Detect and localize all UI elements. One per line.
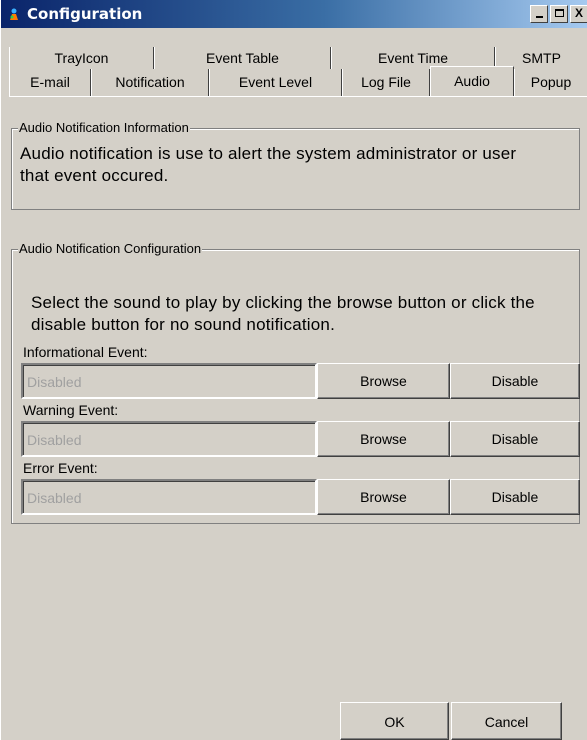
informational-browse-button[interactable]: Browse [317, 363, 450, 399]
error-sound-field[interactable]: Disabled [21, 479, 317, 515]
app-icon [10, 8, 18, 20]
minimize-icon [535, 16, 543, 18]
warning-event-label: Warning Event: [23, 402, 119, 418]
error-event-label: Error Event: [23, 460, 98, 476]
tab-log-file[interactable]: Log File [342, 69, 430, 96]
window-title: Configuration [27, 5, 143, 23]
informational-sound-value: Disabled [27, 374, 82, 390]
tab-popup[interactable]: Popup [514, 69, 587, 96]
warning-browse-button[interactable]: Browse [317, 421, 450, 457]
maximize-button[interactable] [550, 5, 568, 23]
informational-event-label: Informational Event: [23, 344, 148, 360]
error-disable-button[interactable]: Disable [450, 479, 580, 515]
minimize-button[interactable] [530, 5, 548, 23]
informational-sound-field[interactable]: Disabled [21, 363, 317, 399]
tab-e-mail[interactable]: E-mail [9, 69, 91, 96]
info-text-line2: that event occured. [20, 166, 169, 185]
tab-event-level[interactable]: Event Level [209, 69, 342, 96]
warning-sound-field[interactable]: Disabled [21, 421, 317, 457]
tab-audio[interactable]: Audio [430, 66, 514, 96]
config-text-line1: Select the sound to play by clicking the… [31, 293, 535, 312]
error-sound-value: Disabled [27, 490, 82, 506]
tab-row-bottom: E-mail Notification Event Level Log File… [1, 66, 587, 97]
audio-info-legend: Audio Notification Information [18, 120, 190, 136]
tab-notification[interactable]: Notification [91, 69, 209, 96]
maximize-icon [554, 9, 564, 17]
warning-disable-button[interactable]: Disable [450, 421, 580, 457]
tab-event-table[interactable]: Event Table [154, 47, 331, 69]
warning-sound-value: Disabled [27, 432, 82, 448]
info-text-line1: Audio notification is use to alert the s… [20, 144, 517, 163]
title-bar[interactable]: Configuration X [1, 0, 587, 28]
informational-disable-button[interactable]: Disable [450, 363, 580, 399]
tab-trayicon[interactable]: TrayIcon [9, 47, 154, 69]
cancel-button[interactable]: Cancel [451, 702, 562, 740]
audio-config-legend: Audio Notification Configuration [18, 241, 203, 257]
ok-button[interactable]: OK [340, 702, 449, 740]
error-browse-button[interactable]: Browse [317, 479, 450, 515]
close-button[interactable]: X [570, 5, 587, 23]
configuration-window: Configuration X TrayIcon Event Table Eve… [0, 0, 587, 740]
close-icon: X [574, 6, 583, 20]
config-text-line2: disable button for no sound notification… [31, 315, 336, 334]
